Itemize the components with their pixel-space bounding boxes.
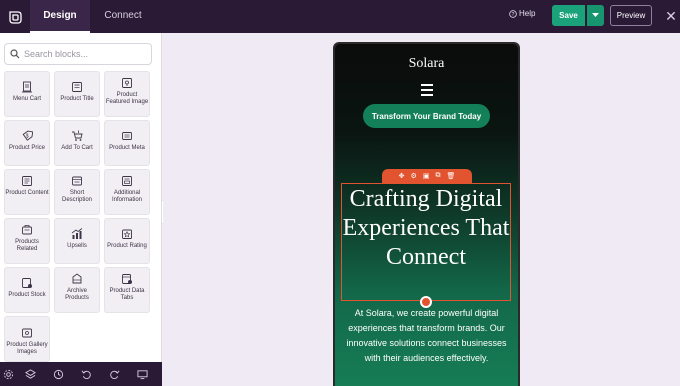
block-label: Product Featured Image xyxy=(105,92,149,105)
search-icon xyxy=(10,49,20,59)
block-label: Add To Cart xyxy=(61,145,93,151)
save-options-button[interactable] xyxy=(587,5,604,26)
editor-canvas: Solara Transform Your Brand Today ✥ ⚙ ▣ … xyxy=(163,33,680,386)
block-label: Products Related xyxy=(15,239,39,252)
cart-icon xyxy=(72,130,83,141)
block-archive-products[interactable]: Archive Products xyxy=(54,267,100,313)
block-label: Product Stock xyxy=(8,292,46,298)
rating-icon xyxy=(122,229,132,239)
upsells-icon xyxy=(71,228,83,239)
mobile-preview-screen: Solara Transform Your Brand Today ✥ ⚙ ▣ … xyxy=(335,44,518,386)
duplicate-icon[interactable]: ⧉ xyxy=(435,172,440,180)
block-label: Additional Information xyxy=(111,190,142,203)
block-product-featured-image[interactable]: Product Featured Image xyxy=(104,71,150,117)
help-link[interactable]: ? Help xyxy=(509,9,535,18)
product-title-icon xyxy=(72,82,82,92)
preview-button[interactable]: Preview xyxy=(610,5,652,26)
block-label: Archive Products xyxy=(65,288,89,301)
app-logo-icon[interactable] xyxy=(0,0,30,33)
block-menu-cart[interactable]: Menu Cart xyxy=(4,71,50,117)
block-label: Product Gallery Images xyxy=(6,342,48,355)
redo-icon xyxy=(109,370,119,379)
svg-text:$: $ xyxy=(26,134,29,140)
help-icon: ? xyxy=(509,9,517,18)
tab-connect[interactable]: Connect xyxy=(96,0,150,33)
block-label: Product Title xyxy=(60,96,94,102)
undo-button[interactable] xyxy=(72,362,100,386)
hamburger-menu-icon[interactable] xyxy=(421,84,433,99)
mobile-preview-frame: Solara Transform Your Brand Today ✥ ⚙ ▣ … xyxy=(333,42,520,386)
save-button[interactable]: Save xyxy=(552,5,585,26)
block-label: Short Description xyxy=(61,190,92,203)
block-product-gallery-images[interactable]: Product Gallery Images xyxy=(4,316,50,362)
search-box xyxy=(4,43,152,65)
desktop-icon xyxy=(136,369,148,379)
top-bar: Design Connect ? Help Save Preview ✕ xyxy=(0,0,680,33)
svg-text:?: ? xyxy=(512,12,515,18)
stock-icon xyxy=(22,278,32,288)
bottom-toolbar xyxy=(0,362,162,386)
block-label: Product Meta xyxy=(109,145,145,151)
block-add-to-cart[interactable]: Add To Cart xyxy=(54,120,100,166)
redo-button[interactable] xyxy=(100,362,128,386)
desktop-view-button[interactable] xyxy=(128,362,156,386)
block-product-content[interactable]: Product Content xyxy=(4,169,50,215)
chevron-down-icon xyxy=(592,13,599,17)
close-icon[interactable]: ✕ xyxy=(662,7,680,25)
block-product-price[interactable]: $ Product Price xyxy=(4,120,50,166)
block-additional-information[interactable]: Additional Information xyxy=(104,169,150,215)
block-action-toolbar: ✥ ⚙ ▣ ⧉ 🗑 xyxy=(382,169,472,183)
content-icon xyxy=(22,176,32,186)
block-label: Menu Cart xyxy=(12,96,41,102)
block-product-data-tabs[interactable]: Product Data Tabs xyxy=(104,267,150,313)
tab-design[interactable]: Design xyxy=(30,0,90,33)
hero-heading[interactable]: Crafting Digital Experiences That Connec… xyxy=(341,185,511,272)
site-brand[interactable]: Solara xyxy=(335,56,518,72)
history-button[interactable] xyxy=(44,362,72,386)
gallery-icon xyxy=(22,328,32,338)
price-icon: $ xyxy=(22,130,33,141)
block-label: Product Data Tabs xyxy=(109,288,145,301)
settings-icon xyxy=(3,369,13,379)
block-product-rating[interactable]: Product Rating xyxy=(104,218,150,264)
help-label: Help xyxy=(519,9,536,18)
block-product-meta[interactable]: Product Meta xyxy=(104,120,150,166)
menu-cart-icon xyxy=(22,81,32,93)
archive-icon xyxy=(72,273,82,284)
search-input[interactable] xyxy=(24,49,144,59)
block-label: Upsells xyxy=(67,243,87,249)
block-short-description[interactable]: Short Description xyxy=(54,169,100,215)
history-icon xyxy=(53,369,63,379)
hero-paragraph[interactable]: At Solara, we create powerful digital ex… xyxy=(345,306,508,366)
block-label: Product Content xyxy=(5,190,49,196)
settings-icon[interactable]: ⚙ xyxy=(411,172,417,180)
info-icon xyxy=(122,176,132,186)
block-products-related[interactable]: Products Related xyxy=(4,218,50,264)
short-description-icon xyxy=(72,176,82,186)
save-block-icon[interactable]: ▣ xyxy=(423,172,430,180)
save-button-group: Save xyxy=(552,5,604,26)
block-product-stock[interactable]: Product Stock xyxy=(4,267,50,313)
undo-icon xyxy=(81,370,91,379)
featured-image-icon xyxy=(122,78,132,88)
block-label: Product Rating xyxy=(107,243,147,249)
blocks-grid: Menu Cart Product Title Product Featured… xyxy=(4,71,156,362)
settings-button[interactable] xyxy=(0,362,16,386)
move-icon[interactable]: ✥ xyxy=(399,172,405,180)
data-tabs-icon xyxy=(122,274,132,284)
related-icon xyxy=(22,225,32,235)
delete-icon[interactable]: 🗑 xyxy=(446,172,455,180)
meta-icon xyxy=(122,132,132,140)
block-product-title[interactable]: Product Title xyxy=(54,71,100,117)
layers-icon xyxy=(24,368,36,379)
block-label: Product Price xyxy=(8,145,45,151)
block-upsells[interactable]: Upsells xyxy=(54,218,100,264)
layers-button[interactable] xyxy=(16,362,44,386)
blocks-sidebar: Menu Cart Product Title Product Featured… xyxy=(0,33,162,362)
cta-button[interactable]: Transform Your Brand Today xyxy=(363,104,490,128)
